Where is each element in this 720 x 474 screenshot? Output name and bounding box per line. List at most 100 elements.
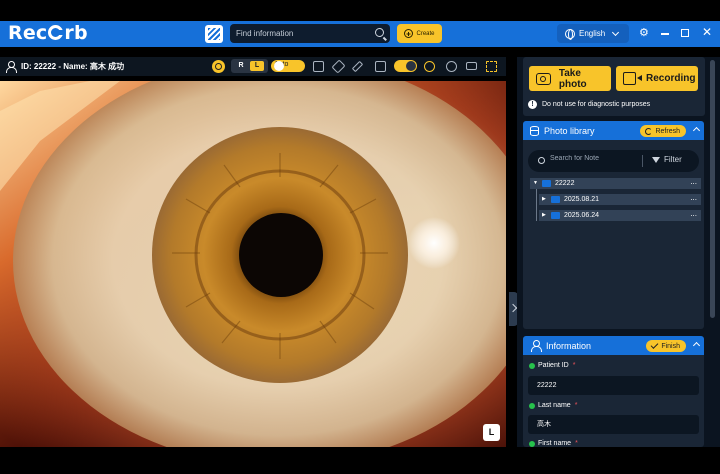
tree-node-date[interactable]: ▶ 2025.06.24 ... (539, 208, 701, 221)
status-dot (529, 362, 535, 369)
note-search-input[interactable] (550, 155, 635, 162)
language-label: English (579, 29, 606, 38)
refresh-button[interactable]: Refresh (640, 125, 686, 137)
folder-icon (551, 196, 560, 203)
camera-toggle[interactable] (394, 60, 417, 72)
tree-label: 22222 (555, 180, 575, 187)
photo-library-panel: Photo library Refresh Filter ▼ 22222 ...… (523, 121, 704, 329)
panel-scrollbar[interactable] (710, 60, 715, 318)
app-icon[interactable] (205, 25, 223, 43)
zoom-in-icon[interactable] (424, 61, 435, 72)
search-box[interactable] (230, 24, 390, 43)
tree-node-root[interactable]: ▼ 22222 ... (530, 176, 701, 189)
recording-label: Recording (646, 73, 696, 84)
caret-right-icon[interactable]: ▶ (542, 194, 546, 205)
caret-right-icon[interactable]: ▶ (542, 210, 546, 221)
gear-icon[interactable]: ⚙ (639, 28, 649, 39)
eye-side-badge: L (483, 424, 500, 441)
search-icon[interactable] (375, 28, 384, 37)
globe-icon (565, 28, 575, 40)
folder-icon (551, 212, 560, 219)
search-icon (538, 157, 545, 164)
video-icon (623, 72, 636, 85)
maximize-icon[interactable] (681, 29, 689, 37)
toggle-knob (406, 61, 416, 71)
information-title: Information (546, 340, 592, 351)
eye-image[interactable] (0, 81, 506, 447)
tree-label: 2025.08.21 (564, 196, 600, 203)
finish-label: Finish (661, 342, 680, 350)
viewer-toolbar: ID: 22222 - Name: 高木 成功 R L Auto (0, 57, 506, 76)
note-search-box[interactable]: Filter (528, 150, 699, 172)
create-label: Create (416, 30, 435, 37)
required-marker: * (574, 402, 578, 409)
photo-library-title: Photo library (544, 125, 595, 136)
fullscreen-icon[interactable] (486, 61, 497, 72)
top-bar: Recrb Create English ⚙ ✕ (0, 21, 720, 47)
more-icon[interactable]: ... (690, 192, 697, 203)
field-label-first-name: First name * (529, 440, 578, 447)
filter-label: Filter (664, 155, 682, 164)
check-icon (650, 341, 659, 349)
more-icon[interactable]: ... (690, 176, 697, 187)
chevron-up-icon[interactable] (692, 341, 701, 350)
status-dot (529, 440, 535, 447)
zoom-out-icon[interactable] (446, 61, 457, 72)
status-dot (529, 402, 535, 409)
note-icon[interactable] (375, 61, 386, 72)
database-icon (530, 125, 539, 136)
brand-o-mark (48, 25, 65, 40)
required-marker: * (572, 362, 576, 369)
take-photo-button[interactable]: Take photo (529, 66, 611, 91)
layout-icon[interactable] (313, 61, 324, 72)
tree-node-date[interactable]: ▶ 2025.08.21 ... (539, 192, 701, 205)
patient-title: ID: 22222 - Name: 高木 成功 (21, 62, 125, 71)
user-icon (530, 340, 542, 352)
eye-right-button[interactable]: R (234, 61, 248, 71)
create-button[interactable]: Create (397, 24, 442, 43)
field-label-text: First name (538, 440, 572, 447)
photo-library-header[interactable]: Photo library Refresh (523, 121, 704, 140)
brand-text-tail: rb (64, 22, 88, 44)
monitor-icon[interactable] (466, 62, 477, 70)
refresh-icon (645, 127, 653, 135)
tree-line (536, 189, 537, 221)
chevron-down-icon (612, 28, 620, 36)
folder-icon (542, 180, 551, 187)
app-window: Recrb Create English ⚙ ✕ ID: 22222 - Nam… (0, 0, 720, 474)
status-bar (0, 452, 720, 474)
eye-side-toggle[interactable]: R L (231, 59, 268, 73)
patient-id-field[interactable]: 22222 (528, 376, 699, 395)
more-icon[interactable]: ... (690, 208, 697, 219)
auto-toggle[interactable]: Auto (271, 60, 305, 72)
eraser-icon[interactable] (331, 59, 346, 74)
plus-circle-icon (404, 29, 414, 38)
information-panel: Information Finish Patient ID * 22222 Las… (523, 336, 704, 447)
last-name-field[interactable]: 高木 (528, 415, 699, 434)
brand-text: Rec (8, 22, 48, 44)
info-icon: ! (528, 100, 537, 109)
warning-text: Do not use for diagnostic purposes (542, 101, 651, 108)
eye-left-button[interactable]: L (250, 61, 264, 71)
tree-label: 2025.06.24 (564, 212, 600, 219)
field-label-last-name: Last name * (529, 402, 577, 409)
language-select[interactable]: English (557, 24, 629, 43)
pen-icon[interactable] (351, 60, 364, 73)
chevron-up-icon[interactable] (692, 126, 701, 135)
search-input[interactable] (236, 29, 371, 38)
minimize-icon[interactable] (661, 33, 669, 35)
close-icon[interactable]: ✕ (702, 26, 712, 38)
camera-icon (536, 72, 551, 85)
diagnostic-warning: ! Do not use for diagnostic purposes (528, 100, 650, 109)
caret-down-icon[interactable]: ▼ (533, 178, 538, 189)
eye-photo (0, 81, 506, 447)
take-photo-label: Take photo (558, 67, 587, 90)
information-header[interactable]: Information Finish (523, 336, 704, 355)
required-marker: * (575, 440, 578, 447)
filter-button[interactable]: Filter (652, 155, 682, 164)
finish-button[interactable]: Finish (646, 340, 686, 352)
field-label-text: Last name (538, 402, 571, 409)
refresh-label: Refresh (655, 127, 680, 135)
capture-mode-icon[interactable] (212, 60, 225, 73)
recording-button[interactable]: Recording (616, 66, 698, 91)
